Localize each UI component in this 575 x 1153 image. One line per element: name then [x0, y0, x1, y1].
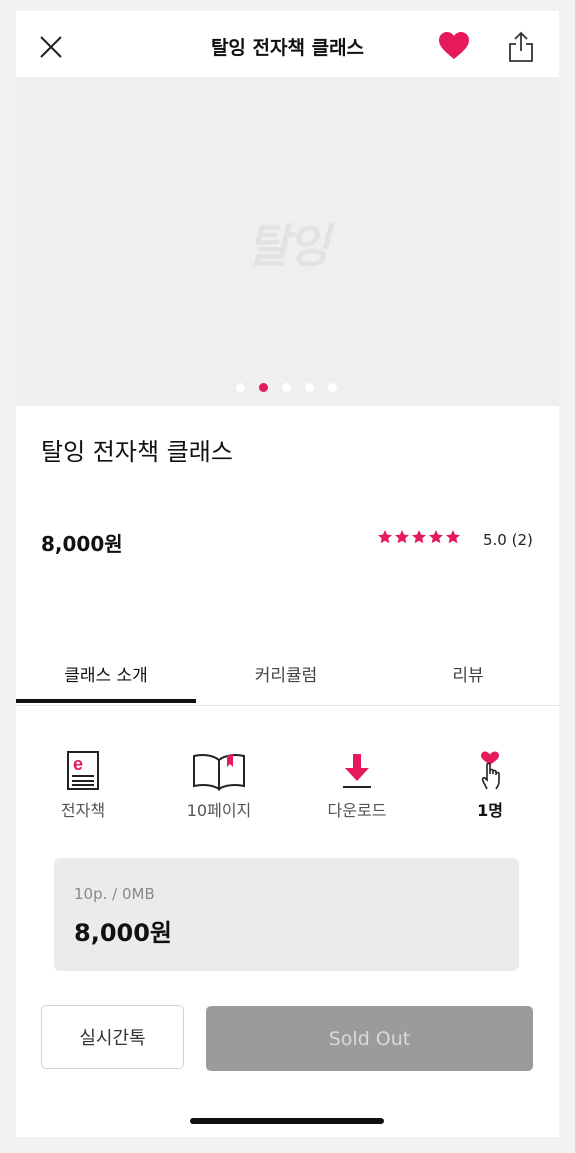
star-icon	[429, 530, 443, 544]
carousel-dot-4[interactable]	[305, 383, 314, 392]
share-icon[interactable]	[507, 31, 535, 63]
svg-text:e: e	[73, 754, 83, 774]
live-chat-button[interactable]: 실시간톡	[41, 1005, 184, 1069]
home-indicator[interactable]	[190, 1118, 384, 1124]
heart-hand-icon	[481, 751, 500, 790]
hero-logo: 탈잉	[247, 219, 330, 273]
book-open-icon	[193, 754, 245, 791]
active-tab-indicator	[16, 699, 196, 703]
heart-icon[interactable]	[438, 30, 470, 62]
feature-label: 전자책	[60, 801, 106, 820]
header-title: 탈잉 전자책 클래스	[210, 37, 365, 59]
carousel-dot-1[interactable]	[236, 383, 245, 392]
star-icon	[395, 530, 409, 544]
download-icon	[343, 754, 371, 788]
star-icon	[378, 530, 392, 544]
rating-score: 5.0 (2)	[483, 531, 533, 549]
ebook-icon: e	[67, 751, 99, 790]
product-price: 8,000원	[41, 532, 123, 556]
hero-image-carousel[interactable]: 탈잉	[16, 77, 559, 406]
carousel-dot-2[interactable]	[259, 383, 268, 392]
tab-curriculum[interactable]: 커리큘럼	[196, 661, 376, 686]
carousel-dot-5[interactable]	[328, 383, 337, 392]
tab-class-intro[interactable]: 클래스 소개	[16, 661, 196, 686]
carousel-dot-3[interactable]	[282, 383, 291, 392]
feature-label: 10페이지	[186, 801, 252, 820]
tab-bar: 클래스 소개 커리큘럼 리뷰	[16, 651, 559, 706]
product-title: 탈잉 전자책 클래스	[41, 438, 233, 466]
feature-label: 1명	[477, 801, 503, 820]
tab-review[interactable]: 리뷰	[378, 661, 558, 686]
option-card[interactable]: 10p. / 0MB 8,000원	[54, 858, 519, 971]
sold-out-button[interactable]: Sold Out	[206, 1006, 533, 1071]
top-bar: 탈잉 전자책 클래스	[16, 11, 559, 77]
star-icon	[412, 530, 426, 544]
app-frame: 탈잉 전자책 클래스 탈잉 탈잉 전자책 클래스 8,000원 5.0 (2)	[16, 11, 559, 1137]
star-icon	[446, 530, 460, 544]
option-price: 8,000원	[74, 919, 172, 947]
feature-label: 다운로드	[327, 801, 387, 820]
option-spec: 10p. / 0MB	[74, 885, 155, 903]
